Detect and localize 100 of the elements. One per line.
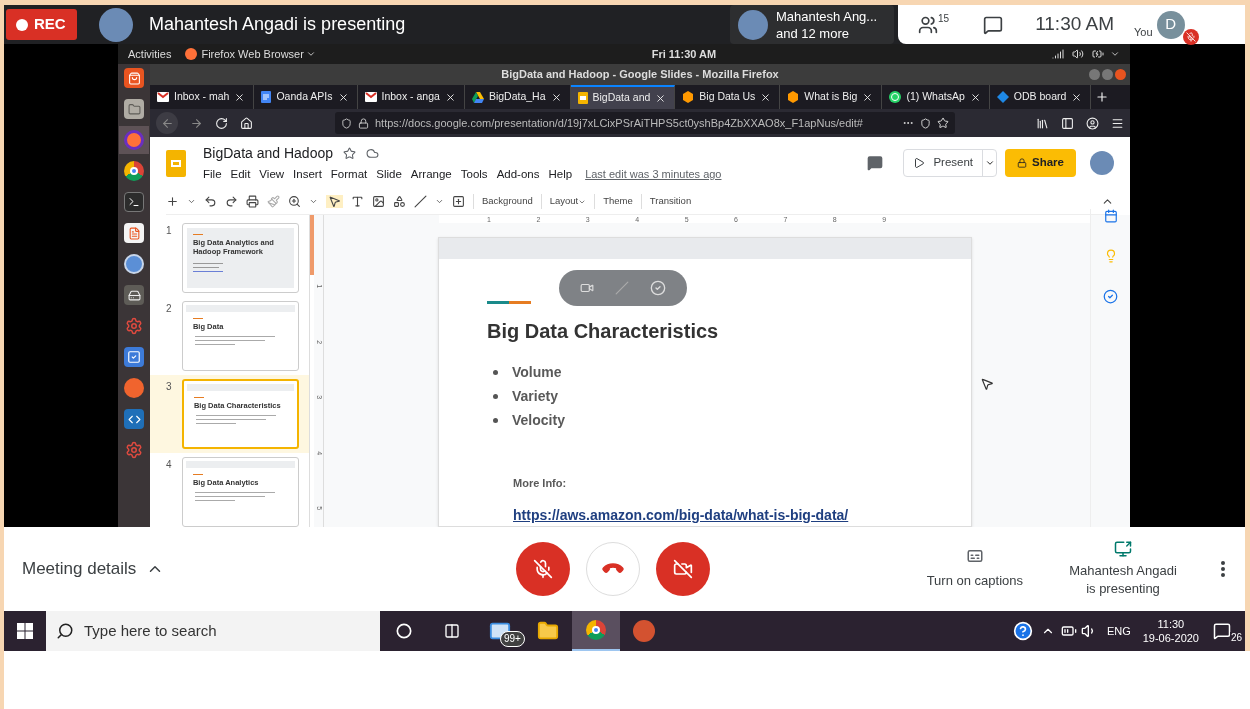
self-avatar: D [1156,10,1185,39]
firefox-icon[interactable] [124,130,144,150]
task-view-icon [444,623,460,639]
close-icon [760,91,772,103]
menu-item[interactable]: Insert [293,165,322,184]
menu-item[interactable]: Slide [376,165,402,184]
toolbar-button[interactable]: Theme [594,194,633,209]
diamond-icon [996,91,1009,103]
bullet-icon [493,369,498,375]
menu-item[interactable]: Add-ons [496,165,540,184]
mouse-pointer-icon [980,377,994,391]
tab-title: Inbox - anga [381,89,440,105]
menu-item[interactable]: Tools [460,165,488,184]
captions-button[interactable]: Turn on captions [926,547,1023,591]
gear-icon[interactable] [124,440,144,460]
camera-off-button[interactable] [656,542,711,596]
system-clock[interactable]: Fri 11:30 AM [651,45,717,63]
back-button[interactable] [156,112,178,134]
chat-button[interactable] [983,14,1004,35]
language-indicator[interactable]: ENG [1106,622,1131,640]
app-menu[interactable]: Firefox Web Browser [201,45,304,63]
library-icon [1036,116,1049,130]
taskbar-clock[interactable]: 11:30 19-06-2020 [1142,617,1199,645]
mail-icon [364,92,377,102]
search-icon [56,622,74,640]
avatar [99,7,133,42]
signal-icon [1052,48,1064,60]
mail-app-button[interactable]: 99+ [476,611,524,651]
tab-title: BigData_Ha [488,89,546,105]
last-edit-link[interactable]: Last edit was 3 minutes ago [585,166,722,183]
slide-title: Big Data Characteristics [487,318,719,344]
microphone-off-button[interactable] [516,542,571,596]
chrome-app-button[interactable] [572,611,620,651]
lock-icon [358,117,369,129]
tab-title: Inbox - mah [174,89,230,105]
terminal-icon[interactable] [124,192,144,212]
redo-icon [225,195,238,208]
toolbar-button[interactable]: Transition [640,194,692,209]
bullet-icon [493,393,498,399]
present-screen-icon [1114,540,1132,558]
close-icon [550,91,562,103]
minimize-button[interactable] [1089,69,1100,80]
more-options-button[interactable] [1221,561,1225,577]
volume-icon [1072,48,1084,60]
home-icon [240,116,253,130]
code-icon[interactable] [124,409,144,429]
search-input[interactable]: Type here to search [84,619,370,643]
bullet-text: Velocity [512,410,565,430]
menu-item[interactable]: View [259,165,285,184]
browser-tab[interactable]: BigData and [570,85,676,109]
mail-icon [157,92,169,102]
slide-number: 3 [166,380,173,394]
checkbox-icon[interactable] [124,347,144,367]
chrome-icon[interactable] [124,161,144,181]
activities-button[interactable]: Activities [128,45,172,63]
chat-bubble-icon [889,91,902,103]
powerpoint-icon [633,620,655,642]
toolbar-button[interactable]: Layout [540,194,587,209]
camera-icon [579,281,594,295]
gear-icon[interactable] [124,316,144,336]
close-icon [444,91,456,103]
triangle-icon [471,91,484,103]
participant-name: Mahantesh Ang... [776,7,878,25]
slide-number: 1 [166,224,173,238]
toolbar-button[interactable]: Background [473,194,533,209]
tab-title: What is Big [804,89,858,105]
url-text: https://docs.google.com/presentation/d/19j7xLCixPSrAiTHPS5ct0yshBp4ZbXXAO8x_F1apNus/edit# [375,115,864,131]
address-bar[interactable]: https://docs.google.com/presentation/d/19j7xLCixPSrAiTHPS5ct0yshBp4ZbXXAO8x_F1apNus/edit# [335,112,955,134]
presenting-button[interactable]: Mahantesh Angadi is presenting [1063,540,1183,598]
forward-icon [190,116,203,130]
menu-item[interactable]: Format [330,165,368,184]
comment-add-icon [452,195,465,208]
hang-up-button[interactable] [586,542,641,596]
document-title[interactable]: BigData and Hadoop [203,142,333,164]
tasks-icon [1103,289,1118,304]
menu-item[interactable]: File [203,165,222,184]
slide-number: 2 [166,302,173,316]
menu-item[interactable]: Arrange [410,165,452,184]
star-icon [343,146,356,160]
reload-icon [215,116,228,130]
menu-item[interactable]: Help [548,165,573,184]
close-button[interactable] [1115,69,1126,80]
hexagon-icon [787,91,800,103]
select-tool-button[interactable] [326,195,343,208]
tab-title: BigData and [592,90,651,106]
avatar [738,9,768,40]
sidebar-icon [1061,116,1074,130]
menu-item[interactable]: Edit [230,165,251,184]
reference-link[interactable]: https://aws.amazon.com/big-data/what-is-big-data/ [513,505,849,526]
avatar [1090,151,1114,175]
back-arrow-icon [160,116,174,130]
taskbar-search-field[interactable]: Type here to search [46,611,380,651]
people-button[interactable]: 15 [918,14,950,35]
maximize-button[interactable] [1102,69,1113,80]
r-icon[interactable] [124,254,144,274]
camera-off-icon [673,559,694,579]
share-button[interactable]: Share [1005,149,1076,177]
meeting-details-button[interactable]: Meeting details [22,556,165,582]
text-editor-icon[interactable] [124,223,144,243]
shopping-bag-icon[interactable] [124,68,144,88]
